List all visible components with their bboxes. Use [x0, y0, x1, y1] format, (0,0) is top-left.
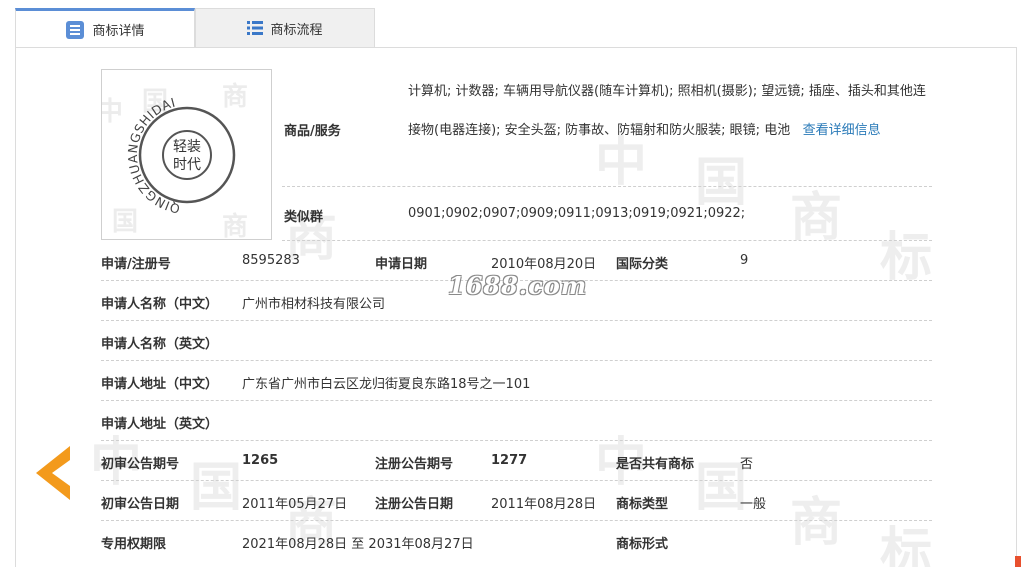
address-cn-label: 申请人地址（中文）: [101, 377, 219, 392]
applicant-cn-value: 广州市相材科技有限公司: [242, 297, 386, 312]
prelim-date-value: 2011年05月27日: [242, 497, 348, 512]
list-icon: [247, 21, 264, 35]
prelim-date-label: 初审公告日期: [101, 497, 180, 512]
applicant-en-label: 申请人名称（英文）: [101, 337, 219, 352]
address-en-label: 申请人地址（英文）: [101, 417, 219, 432]
logo-ring-text: QINGZHUANGSHIDAI: [125, 94, 181, 216]
svg-text:商: 商: [222, 211, 248, 240]
goods-list: 计算机; 计数器; 车辆用导航仪器(随车计算机); 照相机(摄影); 望远镜; …: [408, 72, 933, 150]
divider: [101, 400, 932, 401]
tab-label: 商标详情: [92, 24, 145, 39]
previous-arrow-button[interactable]: [36, 446, 70, 500]
apply-date-label: 申请日期: [375, 257, 428, 272]
site-watermark: 1688.com: [448, 271, 588, 300]
svg-text:国: 国: [112, 207, 138, 237]
side-tab-marker[interactable]: [1015, 556, 1021, 567]
divider: [101, 440, 932, 441]
term-value: 2021年08月28日 至 2031年08月27日: [242, 537, 474, 552]
term-label: 专用权期限: [101, 537, 167, 552]
chevron-left-icon: [36, 446, 70, 500]
divider: [101, 520, 932, 521]
mark-type-label: 商标类型: [616, 497, 669, 512]
svg-text:商: 商: [222, 81, 248, 112]
view-details-link[interactable]: 查看详细信息: [803, 123, 881, 138]
divider: [282, 240, 932, 241]
tab-trademark-process[interactable]: 商标流程: [195, 8, 375, 48]
logo-text-line1: 轻装: [173, 139, 201, 155]
reg-issue-label: 注册公告期号: [375, 457, 454, 472]
similar-group-value: 0901;0902;0907;0909;0911;0913;0919;0921;…: [408, 206, 746, 221]
tab-label: 商标流程: [270, 22, 323, 38]
reg-date-value: 2011年08月28日: [491, 497, 597, 512]
reg-no-value: 8595283: [242, 253, 300, 268]
goods-label: 商品/服务: [284, 124, 341, 139]
prelim-issue-value: 1265: [242, 453, 279, 468]
divider: [101, 480, 932, 481]
divider: [282, 186, 932, 187]
apply-date-value: 2010年08月20日: [491, 257, 597, 272]
reg-no-label: 申请/注册号: [101, 257, 171, 272]
applicant-cn-label: 申请人名称（中文）: [101, 297, 219, 312]
mark-form-label: 商标形式: [616, 537, 669, 552]
shared-mark-label: 是否共有商标: [616, 457, 695, 472]
mark-type-value: 一般: [740, 497, 767, 512]
logo-text-line2: 时代: [173, 157, 201, 173]
intl-class-label: 国际分类: [616, 257, 669, 272]
divider: [101, 320, 932, 321]
similar-group-label: 类似群: [284, 210, 324, 225]
tab-bar: 商标详情 商标流程: [15, 8, 375, 48]
prelim-issue-label: 初审公告期号: [101, 457, 180, 472]
svg-text:QINGZHUANGSHIDAI: QINGZHUANGSHIDAI: [125, 94, 181, 216]
list-document-icon: [65, 20, 85, 40]
intl-class-value: 9: [740, 253, 749, 268]
shared-mark-value: 否: [740, 457, 754, 472]
tab-trademark-detail[interactable]: 商标详情: [15, 8, 195, 48]
reg-issue-value: 1277: [491, 453, 528, 468]
trademark-logo-image: 中国商 国商 QINGZHUANGSHIDAI 轻装 时代: [101, 69, 272, 240]
reg-date-label: 注册公告日期: [375, 497, 454, 512]
address-cn-value: 广东省广州市白云区龙归街夏良东路18号之一101: [242, 377, 531, 392]
svg-text:中: 中: [102, 97, 123, 127]
divider: [101, 360, 932, 361]
